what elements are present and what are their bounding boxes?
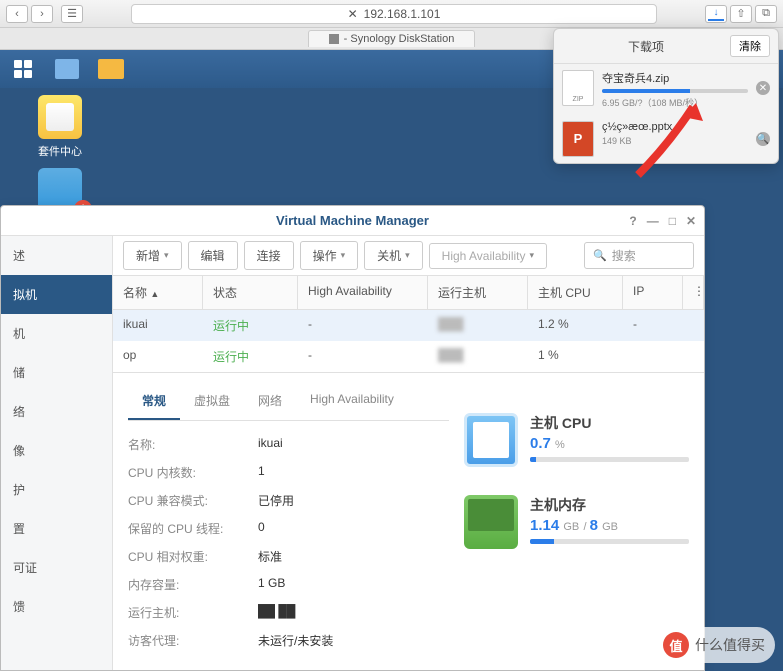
property-row: 内存容量:1 GB bbox=[128, 576, 449, 593]
window-title: Virtual Machine Manager ? — □ ✕ bbox=[1, 206, 704, 236]
property-row: 保留的 CPU 线程:0 bbox=[128, 520, 449, 537]
property-row: 访客代理:未运行/未安装 bbox=[128, 632, 449, 649]
help-button[interactable]: ? bbox=[629, 214, 636, 228]
ppt-icon: P bbox=[562, 121, 594, 157]
forward-button[interactable]: › bbox=[31, 5, 53, 23]
progress-bar bbox=[602, 89, 748, 93]
connect-button[interactable]: 连接 bbox=[244, 241, 294, 270]
back-button[interactable]: ‹ bbox=[6, 5, 28, 23]
watermark: 值什么值得买 bbox=[653, 627, 775, 663]
sidebar-item[interactable]: 络 bbox=[1, 392, 112, 431]
downloads-button[interactable]: ↓ bbox=[705, 5, 727, 23]
sidebar-item[interactable]: 述 bbox=[1, 236, 112, 275]
downloads-title: 下载项 bbox=[562, 38, 730, 55]
tab-favicon bbox=[329, 34, 339, 44]
clear-downloads-button[interactable]: 清除 bbox=[730, 35, 770, 57]
property-row: 运行主机:██ ██ bbox=[128, 604, 449, 621]
detail-tab[interactable]: 常规 bbox=[128, 383, 180, 420]
package-center-icon[interactable]: 套件中心 bbox=[30, 95, 90, 159]
property-row: CPU 兼容模式:已停用 bbox=[128, 492, 449, 509]
vmm-sidebar: 述拟机机储络像护置可证馈 bbox=[1, 236, 113, 670]
reveal-button[interactable]: 🔍 bbox=[756, 132, 770, 146]
col-ip[interactable]: IP bbox=[623, 276, 683, 309]
sidebar-item[interactable]: 机 bbox=[1, 314, 112, 353]
search-input[interactable]: 搜索 bbox=[584, 242, 694, 269]
share-button[interactable]: ⇧ bbox=[730, 5, 752, 23]
property-row: CPU 内核数:1 bbox=[128, 464, 449, 481]
close-button[interactable]: ✕ bbox=[686, 214, 696, 228]
main-menu-button[interactable] bbox=[8, 56, 38, 82]
zip-icon: ZIP bbox=[562, 70, 594, 106]
url-bar[interactable]: ✕192.168.1.101 bbox=[131, 4, 657, 24]
operation-button[interactable]: 操作 bbox=[300, 241, 359, 270]
sidebar-item[interactable]: 护 bbox=[1, 470, 112, 509]
sidebar-item[interactable]: 像 bbox=[1, 431, 112, 470]
edit-button[interactable]: 编辑 bbox=[188, 241, 238, 270]
col-name[interactable]: 名称 ▲ bbox=[113, 276, 203, 309]
vmm-window: Virtual Machine Manager ? — □ ✕ 述拟机机储络像护… bbox=[0, 205, 705, 671]
minimize-button[interactable]: — bbox=[647, 214, 659, 228]
cpu-stat: 主机 CPU 0.7 % bbox=[464, 413, 689, 467]
tabs-button[interactable]: ⧉ bbox=[755, 5, 777, 23]
sidebar-button[interactable]: ☰ bbox=[61, 5, 83, 23]
col-ha[interactable]: High Availability bbox=[298, 276, 428, 309]
sidebar-item[interactable]: 馈 bbox=[1, 587, 112, 626]
detail-tabs: 常规虚拟盘网络High Availability bbox=[128, 383, 449, 421]
detail-tab[interactable]: 虚拟盘 bbox=[180, 383, 244, 420]
col-host[interactable]: 运行主机 bbox=[428, 276, 528, 309]
cpu-icon bbox=[464, 413, 518, 467]
maximize-button[interactable]: □ bbox=[669, 214, 676, 228]
power-button[interactable]: 关机 bbox=[364, 241, 423, 270]
annotation-arrow bbox=[628, 95, 718, 185]
sidebar-item[interactable]: 拟机 bbox=[1, 275, 112, 314]
sidebar-item[interactable]: 储 bbox=[1, 353, 112, 392]
vmm-toolbar: 新增 编辑 连接 操作 关机 High Availability 搜索 bbox=[113, 236, 704, 276]
sidebar-item[interactable]: 可证 bbox=[1, 548, 112, 587]
ha-button[interactable]: High Availability bbox=[429, 243, 547, 269]
detail-tab[interactable]: 网络 bbox=[244, 383, 296, 420]
ram-icon bbox=[464, 495, 518, 549]
cancel-download-button[interactable]: ✕ bbox=[756, 81, 770, 95]
table-row[interactable]: ikuai运行中-███1.2 %- bbox=[113, 310, 704, 341]
control-panel-button[interactable] bbox=[52, 56, 82, 82]
vm-table: 名称 ▲ 状态 High Availability 运行主机 主机 CPU IP… bbox=[113, 276, 704, 373]
browser-tab[interactable]: - Synology DiskStation bbox=[308, 30, 476, 47]
col-cpu[interactable]: 主机 CPU bbox=[528, 276, 623, 309]
property-row: 名称:ikuai bbox=[128, 436, 449, 453]
browser-toolbar: ‹ › ☰ ✕192.168.1.101 ↓ ⇧ ⧉ bbox=[0, 0, 783, 28]
ram-stat: 主机内存 1.14 GB / 8 GB bbox=[464, 495, 689, 549]
col-status[interactable]: 状态 bbox=[203, 276, 298, 309]
col-menu[interactable]: ⋮ bbox=[683, 276, 704, 309]
add-button[interactable]: 新增 bbox=[123, 241, 182, 270]
property-row: CPU 相对权重:标准 bbox=[128, 548, 449, 565]
sidebar-item[interactable]: 置 bbox=[1, 509, 112, 548]
file-station-button[interactable] bbox=[96, 56, 126, 82]
table-row[interactable]: op运行中-███1 % bbox=[113, 341, 704, 372]
detail-tab[interactable]: High Availability bbox=[296, 383, 408, 420]
